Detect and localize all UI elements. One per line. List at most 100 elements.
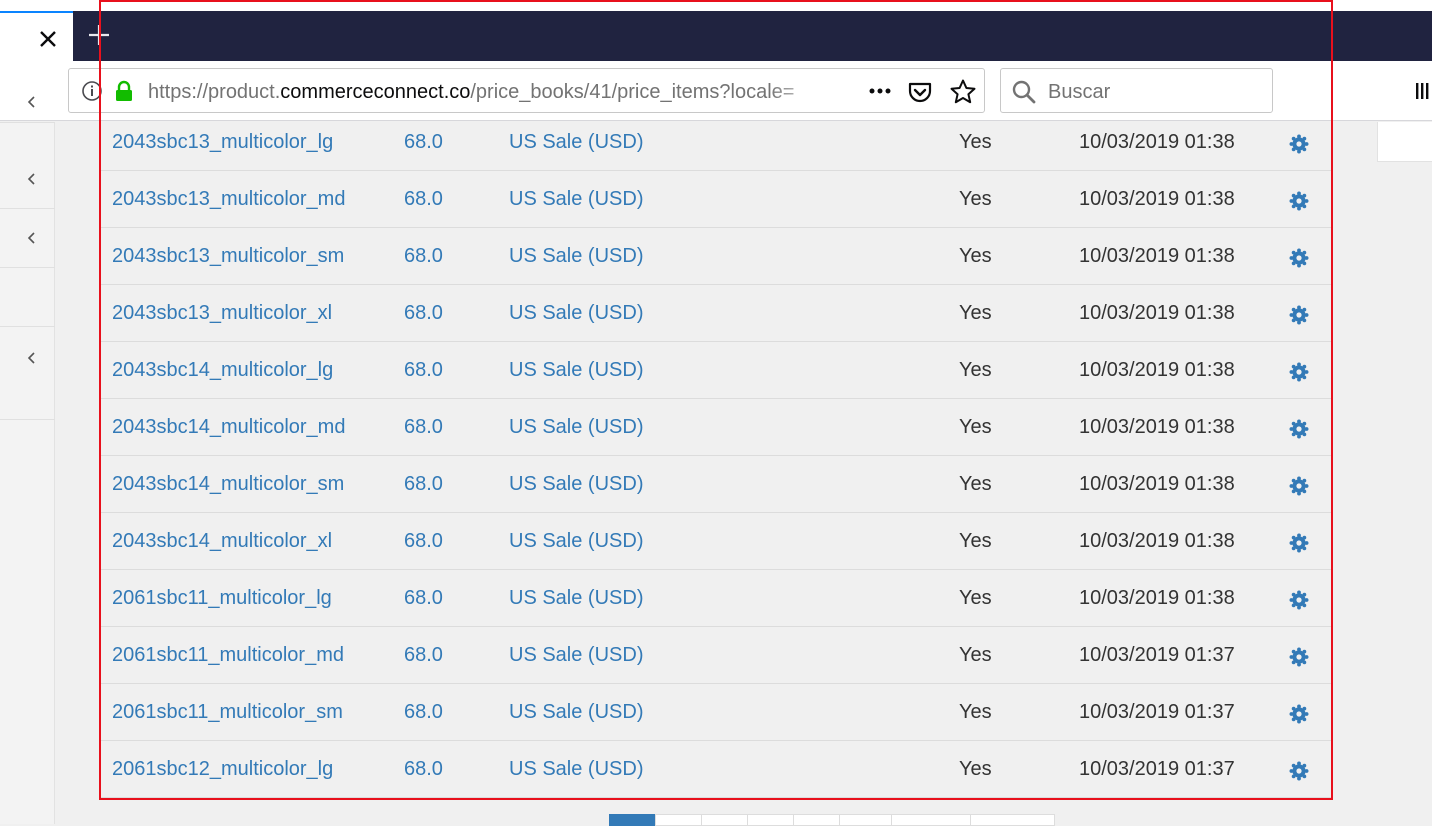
close-icon[interactable] (36, 27, 60, 51)
gear-icon[interactable] (1289, 761, 1309, 781)
page-button[interactable] (839, 814, 892, 826)
gear-icon[interactable] (1289, 533, 1309, 553)
price-book-link[interactable]: US Sale (USD) (509, 414, 643, 440)
browser-tabstrip (0, 0, 1432, 61)
table-row: 2061sbc12_multicolor_lg 68.0 US Sale (USD)… (100, 741, 1332, 798)
chevron-left-icon[interactable] (24, 94, 40, 110)
page-button[interactable] (747, 814, 794, 826)
price-book-link[interactable]: US Sale (USD) (509, 528, 643, 554)
url-bar[interactable]: https://product.commerceconnect.co/price… (68, 68, 985, 113)
active-tab[interactable] (0, 11, 73, 61)
gear-icon[interactable] (1289, 704, 1309, 724)
price-book-link[interactable]: US Sale (USD) (509, 585, 643, 611)
price-link[interactable]: 68.0 (404, 642, 443, 668)
price-book-link[interactable]: US Sale (USD) (509, 243, 643, 269)
url-text[interactable]: https://product.commerceconnect.co/price… (148, 79, 818, 105)
updated-date: 10/03/2019 01:38 (1079, 188, 1235, 210)
pocket-icon[interactable] (907, 79, 933, 105)
page-button[interactable] (891, 814, 971, 826)
price-book-link[interactable]: US Sale (USD) (509, 756, 643, 782)
price-link[interactable]: 68.0 (404, 585, 443, 611)
price-book-link[interactable]: US Sale (USD) (509, 699, 643, 725)
sku-link[interactable]: 2061sbc11_multicolor_lg (112, 585, 332, 611)
table-row: 2043sbc14_multicolor_md 68.0 US Sale (USD)… (100, 399, 1332, 456)
gear-icon[interactable] (1289, 647, 1309, 667)
library-icon[interactable] (1414, 80, 1432, 102)
sku-link[interactable]: 2043sbc14_multicolor_xl (112, 528, 332, 554)
sidebar-item[interactable] (0, 328, 55, 420)
more-actions-icon[interactable] (865, 78, 895, 104)
gear-icon[interactable] (1289, 362, 1309, 382)
price-link[interactable]: 68.0 (404, 528, 443, 554)
url-prefix: https://product. (148, 81, 281, 103)
sku-link[interactable]: 2061sbc12_multicolor_lg (112, 756, 333, 782)
updated-date: 10/03/2019 01:38 (1079, 245, 1235, 267)
chevron-left-icon[interactable] (24, 171, 40, 187)
sku-link[interactable]: 2043sbc13_multicolor_lg (112, 129, 333, 155)
table-row: 2043sbc13_multicolor_md 68.0 US Sale (USD)… (100, 171, 1332, 228)
sku-link[interactable]: 2043sbc13_multicolor_sm (112, 243, 344, 269)
gear-icon[interactable] (1289, 248, 1309, 268)
updated-date: 10/03/2019 01:37 (1079, 644, 1235, 666)
sku-link[interactable]: 2043sbc14_multicolor_lg (112, 357, 333, 383)
active-value: Yes (959, 644, 992, 666)
new-tab-icon[interactable] (86, 22, 112, 48)
url-fade (769, 75, 829, 107)
chevron-left-icon[interactable] (24, 230, 40, 246)
gear-icon[interactable] (1289, 191, 1309, 211)
search-input[interactable]: Buscar (1048, 79, 1110, 105)
page-button[interactable] (970, 814, 1055, 826)
updated-date: 10/03/2019 01:37 (1079, 701, 1235, 723)
gear-icon[interactable] (1289, 419, 1309, 439)
sku-link[interactable]: 2061sbc11_multicolor_md (112, 642, 344, 668)
lock-icon[interactable] (113, 80, 135, 102)
page-button-active[interactable] (609, 814, 656, 826)
price-book-link[interactable]: US Sale (USD) (509, 357, 643, 383)
sidebar-item[interactable] (0, 210, 55, 268)
price-book-link[interactable]: US Sale (USD) (509, 471, 643, 497)
active-value: Yes (959, 473, 992, 495)
price-book-link[interactable]: US Sale (USD) (509, 129, 643, 155)
url-domain: commerceconnect.co (280, 81, 471, 103)
gear-icon[interactable] (1289, 305, 1309, 325)
gear-icon[interactable] (1289, 590, 1309, 610)
active-value: Yes (959, 188, 992, 210)
search-bar[interactable]: Buscar (1000, 68, 1273, 113)
page-button[interactable] (701, 814, 748, 826)
updated-date: 10/03/2019 01:38 (1079, 131, 1235, 153)
sidebar-item[interactable] (0, 269, 55, 327)
price-book-link[interactable]: US Sale (USD) (509, 642, 643, 668)
chevron-left-icon[interactable] (24, 350, 40, 366)
table-row: 2043sbc13_multicolor_xl 68.0 US Sale (USD)… (100, 285, 1332, 342)
sidebar-item[interactable] (0, 151, 55, 209)
sku-link[interactable]: 2043sbc14_multicolor_sm (112, 471, 344, 497)
sku-link[interactable]: 2043sbc13_multicolor_xl (112, 300, 332, 326)
page-button[interactable] (793, 814, 840, 826)
price-link[interactable]: 68.0 (404, 186, 443, 212)
table-row: 2043sbc13_multicolor_sm 68.0 US Sale (USD)… (100, 228, 1332, 285)
table-row: 2043sbc14_multicolor_lg 68.0 US Sale (USD)… (100, 342, 1332, 399)
bookmark-star-icon[interactable] (949, 78, 977, 106)
price-link[interactable]: 68.0 (404, 471, 443, 497)
sku-link[interactable]: 2043sbc13_multicolor_md (112, 186, 345, 212)
active-value: Yes (959, 758, 992, 780)
info-icon[interactable] (81, 80, 103, 102)
updated-date: 10/03/2019 01:38 (1079, 587, 1235, 609)
updated-date: 10/03/2019 01:38 (1079, 473, 1235, 495)
price-link[interactable]: 68.0 (404, 129, 443, 155)
price-link[interactable]: 68.0 (404, 414, 443, 440)
price-link[interactable]: 68.0 (404, 699, 443, 725)
price-link[interactable]: 68.0 (404, 243, 443, 269)
updated-date: 10/03/2019 01:38 (1079, 359, 1235, 381)
price-link[interactable]: 68.0 (404, 300, 443, 326)
price-link[interactable]: 68.0 (404, 756, 443, 782)
price-book-link[interactable]: US Sale (USD) (509, 300, 643, 326)
page-button[interactable] (655, 814, 702, 826)
gear-icon[interactable] (1289, 134, 1309, 154)
sidebar-item[interactable] (0, 92, 55, 123)
sku-link[interactable]: 2043sbc14_multicolor_md (112, 414, 345, 440)
price-book-link[interactable]: US Sale (USD) (509, 186, 643, 212)
sku-link[interactable]: 2061sbc11_multicolor_sm (112, 699, 343, 725)
price-link[interactable]: 68.0 (404, 357, 443, 383)
gear-icon[interactable] (1289, 476, 1309, 496)
